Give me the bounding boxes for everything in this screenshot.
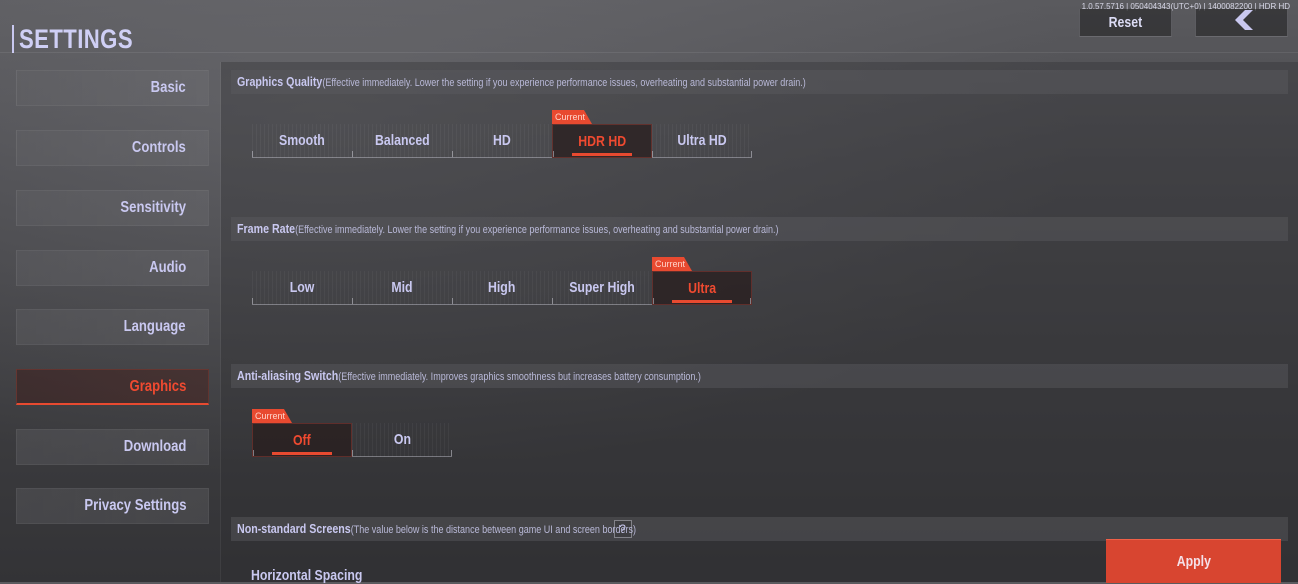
frame-rate-header: Frame Rate(Effective immediately. Lower … [231, 217, 1288, 241]
option-label: Smooth [279, 132, 325, 149]
selected-indicator [272, 452, 332, 455]
option-hdr-hd[interactable]: Current HDR HD [552, 110, 652, 158]
sidebar-item-label: Graphics [129, 377, 186, 395]
non-standard-screens-header-text: Non-standard Screens(The value below is … [237, 520, 636, 538]
horizontal-spacing-label: Horizontal Spacing [251, 567, 387, 584]
sidebar-item-label: Basic [150, 79, 186, 96]
option-mid[interactable]: Mid [352, 271, 452, 305]
selected-indicator [672, 300, 732, 303]
chevron-left-icon [1231, 10, 1253, 35]
horizontal-spacing-text: Horizontal Spacing [251, 567, 363, 584]
graphics-quality-header: Graphics Quality(Effective immediately. … [231, 70, 1288, 94]
graphics-quality-options: Smooth Balanced HD Current HDR HD Ultra … [252, 110, 752, 158]
option-hd[interactable]: HD [452, 124, 552, 158]
sidebar-item-label: Language [124, 318, 186, 335]
frame-rate-description: (Effective immediately. Lower the settin… [295, 224, 779, 236]
sidebar-item-label: Privacy Settings [83, 497, 186, 514]
option-label: Mid [391, 279, 413, 296]
frame-rate-header-text: Frame Rate(Effective immediately. Lower … [237, 220, 779, 238]
option-on[interactable]: On [352, 423, 452, 457]
sidebar-item-audio[interactable]: Audio [16, 250, 209, 286]
option-label: HD [493, 132, 511, 149]
option-label: Ultra [687, 279, 717, 297]
page-title: SETTINGS [12, 24, 158, 54]
anti-aliasing-header: Anti-aliasing Switch(Effective immediate… [231, 364, 1288, 388]
option-label: On [393, 431, 411, 448]
sidebar-item-privacy-settings[interactable]: Privacy Settings [16, 488, 209, 524]
option-high[interactable]: High [452, 271, 552, 305]
non-standard-screens-description: (The value below is the distance between… [350, 524, 637, 536]
non-standard-screens-title: Non-standard Screens [237, 521, 351, 536]
option-ultra[interactable]: Current Ultra [652, 257, 752, 305]
option-label: HDR HD [578, 132, 626, 150]
current-badge: Current [552, 110, 592, 124]
non-standard-screens-header: Non-standard Screens(The value below is … [231, 517, 1288, 541]
option-label: Ultra HD [677, 132, 727, 149]
reset-label: Reset [1108, 14, 1143, 31]
anti-aliasing-title: Anti-aliasing Switch [237, 368, 339, 383]
anti-aliasing-description: (Effective immediately. Improves graphic… [338, 371, 701, 383]
sidebar-item-label: Download [123, 438, 186, 455]
sidebar-item-label: Audio [148, 259, 186, 276]
graphics-quality-header-text: Graphics Quality(Effective immediately. … [237, 73, 806, 91]
option-label: Super High [569, 279, 635, 296]
sidebar-item-language[interactable]: Language [16, 309, 209, 345]
settings-content: Graphics Quality(Effective immediately. … [221, 62, 1298, 584]
current-badge: Current [252, 409, 292, 423]
option-low[interactable]: Low [252, 271, 352, 305]
sidebar-item-label: Sensitivity [120, 199, 186, 216]
apply-button[interactable]: Apply [1106, 539, 1281, 583]
option-label: Off [293, 431, 311, 449]
option-off[interactable]: Current Off [252, 409, 352, 457]
back-button[interactable] [1195, 9, 1288, 37]
current-badge: Current [652, 257, 692, 271]
frame-rate-options: Low Mid High Super High Current Ultra [252, 257, 752, 305]
sidebar-item-basic[interactable]: Basic [16, 70, 209, 106]
option-ultra-hd[interactable]: Ultra HD [652, 124, 752, 158]
sidebar-item-download[interactable]: Download [16, 429, 209, 465]
option-label: High [488, 279, 516, 296]
sidebar-item-sensitivity[interactable]: Sensitivity [16, 190, 209, 226]
title-text: SETTINGS [19, 23, 133, 54]
sidebar-item-label: Controls [132, 139, 186, 156]
option-smooth[interactable]: Smooth [252, 124, 352, 158]
option-super-high[interactable]: Super High [552, 271, 652, 305]
option-label: Low [289, 279, 315, 296]
sidebar-item-graphics[interactable]: Graphics [16, 369, 209, 405]
apply-label: Apply [1176, 553, 1211, 570]
option-balanced[interactable]: Balanced [352, 124, 452, 158]
reset-button[interactable]: Reset [1079, 9, 1172, 37]
option-label: Balanced [374, 132, 430, 149]
anti-aliasing-header-text: Anti-aliasing Switch(Effective immediate… [237, 367, 701, 385]
title-accent-bar [12, 25, 14, 53]
title-divider [0, 52, 1298, 53]
selected-indicator [572, 153, 632, 156]
graphics-quality-title: Graphics Quality [237, 74, 323, 89]
sidebar-item-controls[interactable]: Controls [16, 130, 209, 166]
anti-aliasing-options: Current Off On [252, 409, 452, 457]
frame-rate-title: Frame Rate [237, 221, 296, 236]
graphics-quality-description: (Effective immediately. Lower the settin… [322, 77, 806, 89]
